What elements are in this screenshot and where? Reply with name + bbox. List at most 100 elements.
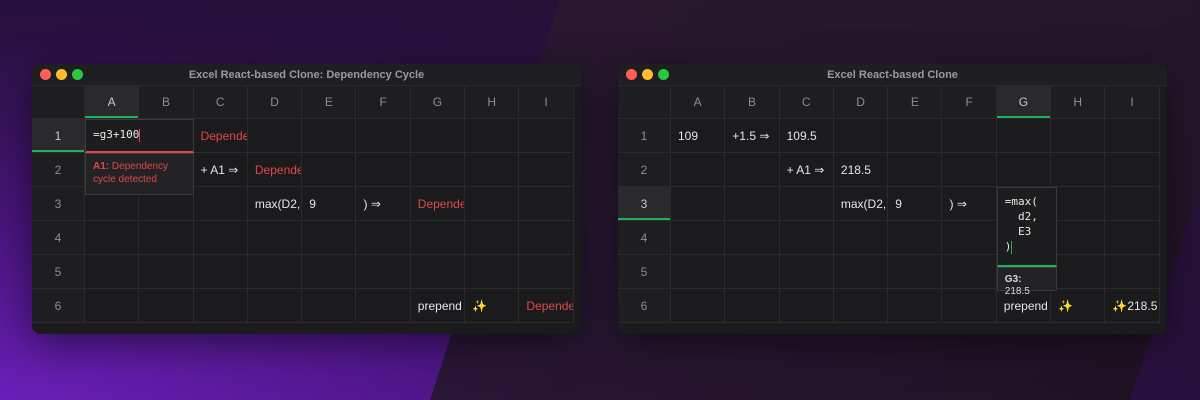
cell-b6[interactable] [139, 289, 194, 323]
maximize-window-button[interactable] [658, 69, 669, 80]
column-header-h[interactable]: H [465, 86, 520, 119]
grid-corner[interactable] [32, 86, 85, 119]
column-header-c[interactable]: C [779, 86, 834, 119]
cell-b2[interactable] [725, 153, 780, 187]
cell-d4[interactable] [833, 221, 889, 255]
column-header-b[interactable]: B [139, 86, 194, 119]
cell-h5[interactable] [465, 255, 520, 289]
cell-e5[interactable] [302, 255, 357, 289]
cell-b5[interactable] [725, 255, 780, 289]
cell-b5[interactable] [139, 255, 194, 289]
cell-h2[interactable] [465, 153, 520, 187]
minimize-window-button[interactable] [56, 69, 67, 80]
cell-c2[interactable]: + A1 ⇒ [193, 153, 248, 187]
cell-f4[interactable] [356, 221, 411, 255]
cell-g2[interactable] [410, 153, 466, 187]
cell-g1[interactable] [410, 119, 466, 153]
cell-a2[interactable] [671, 153, 726, 187]
column-header-c[interactable]: C [193, 86, 248, 119]
cell-h3[interactable] [1051, 187, 1106, 221]
cell-d4[interactable] [247, 221, 303, 255]
cell-f5[interactable] [356, 255, 411, 289]
cell-c3[interactable] [779, 187, 834, 221]
cell-e1[interactable] [302, 119, 357, 153]
cell-h4[interactable] [465, 221, 520, 255]
cell-e4[interactable] [888, 221, 943, 255]
cell-e2[interactable] [888, 153, 943, 187]
cell-h2[interactable] [1051, 153, 1106, 187]
cell-e6[interactable] [888, 289, 943, 323]
cell-f6[interactable] [356, 289, 411, 323]
cell-e2[interactable] [302, 153, 357, 187]
cell-f5[interactable] [942, 255, 997, 289]
cell-i3[interactable] [1105, 187, 1160, 221]
column-header-i[interactable]: I [1105, 86, 1160, 119]
cell-g1[interactable] [996, 119, 1052, 153]
cell-editor[interactable]: =max( d2, E3) [996, 187, 1058, 267]
cell-i1[interactable] [1105, 119, 1160, 153]
cell-b1[interactable]: +1.5 ⇒ [725, 119, 780, 153]
cell-a6[interactable] [85, 289, 140, 323]
cell-a5[interactable] [85, 255, 140, 289]
cell-e6[interactable] [302, 289, 357, 323]
row-header-3[interactable]: 3 [32, 187, 85, 221]
cell-i5[interactable] [519, 255, 574, 289]
column-header-e[interactable]: E [888, 86, 943, 119]
cell-i4[interactable] [519, 221, 574, 255]
cell-f1[interactable] [942, 119, 997, 153]
column-header-e[interactable]: E [302, 86, 357, 119]
cell-c3[interactable] [193, 187, 248, 221]
cell-h6[interactable]: ✨ [1051, 289, 1106, 323]
row-header-6[interactable]: 6 [618, 289, 671, 323]
cell-i5[interactable] [1105, 255, 1160, 289]
row-header-5[interactable]: 5 [618, 255, 671, 289]
column-header-f[interactable]: F [942, 86, 997, 119]
row-header-1[interactable]: 1 [618, 119, 671, 153]
cell-editor[interactable]: =g3+100 [85, 119, 194, 153]
close-window-button[interactable] [626, 69, 637, 80]
cell-b6[interactable] [725, 289, 780, 323]
cell-c2[interactable]: + A1 ⇒ [779, 153, 834, 187]
cell-d2[interactable]: 218.5 [833, 153, 889, 187]
cell-d2[interactable]: Dependency cycle detected [247, 153, 303, 187]
cell-f6[interactable] [942, 289, 997, 323]
cell-i2[interactable] [519, 153, 574, 187]
maximize-window-button[interactable] [72, 69, 83, 80]
cell-h6[interactable]: ✨ [465, 289, 520, 323]
cell-d5[interactable] [833, 255, 889, 289]
cell-a4[interactable] [671, 221, 726, 255]
row-header-2[interactable]: 2 [32, 153, 85, 187]
cell-d6[interactable] [833, 289, 889, 323]
cell-h3[interactable] [465, 187, 520, 221]
cell-f4[interactable] [942, 221, 997, 255]
row-header-4[interactable]: 4 [618, 221, 671, 255]
column-header-g[interactable]: G [410, 86, 466, 119]
column-header-b[interactable]: B [725, 86, 780, 119]
cell-a4[interactable] [85, 221, 140, 255]
cell-c4[interactable] [193, 221, 248, 255]
column-header-d[interactable]: D [833, 86, 889, 119]
cell-g4[interactable] [410, 221, 466, 255]
cell-d6[interactable] [247, 289, 303, 323]
cell-d3[interactable]: max(D2, [833, 187, 889, 221]
cell-d5[interactable] [247, 255, 303, 289]
cell-g2[interactable] [996, 153, 1052, 187]
cell-c1[interactable]: 109.5 [779, 119, 834, 153]
cell-h4[interactable] [1051, 221, 1106, 255]
cell-h1[interactable] [1051, 119, 1106, 153]
column-header-i[interactable]: I [519, 86, 574, 119]
row-header-3[interactable]: 3 [618, 187, 671, 221]
cell-g6[interactable]: prepend [410, 289, 466, 323]
cell-c6[interactable] [193, 289, 248, 323]
cell-d1[interactable] [833, 119, 889, 153]
cell-d3[interactable]: max(D2, [247, 187, 303, 221]
cell-b4[interactable] [139, 221, 194, 255]
cell-g3[interactable]: Dependency cycle detected [410, 187, 466, 221]
cell-a5[interactable] [671, 255, 726, 289]
cell-c4[interactable] [779, 221, 834, 255]
cell-c5[interactable] [779, 255, 834, 289]
cell-f3[interactable]: ) ⇒ [356, 187, 411, 221]
cell-e1[interactable] [888, 119, 943, 153]
cell-f1[interactable] [356, 119, 411, 153]
cell-i2[interactable] [1105, 153, 1160, 187]
